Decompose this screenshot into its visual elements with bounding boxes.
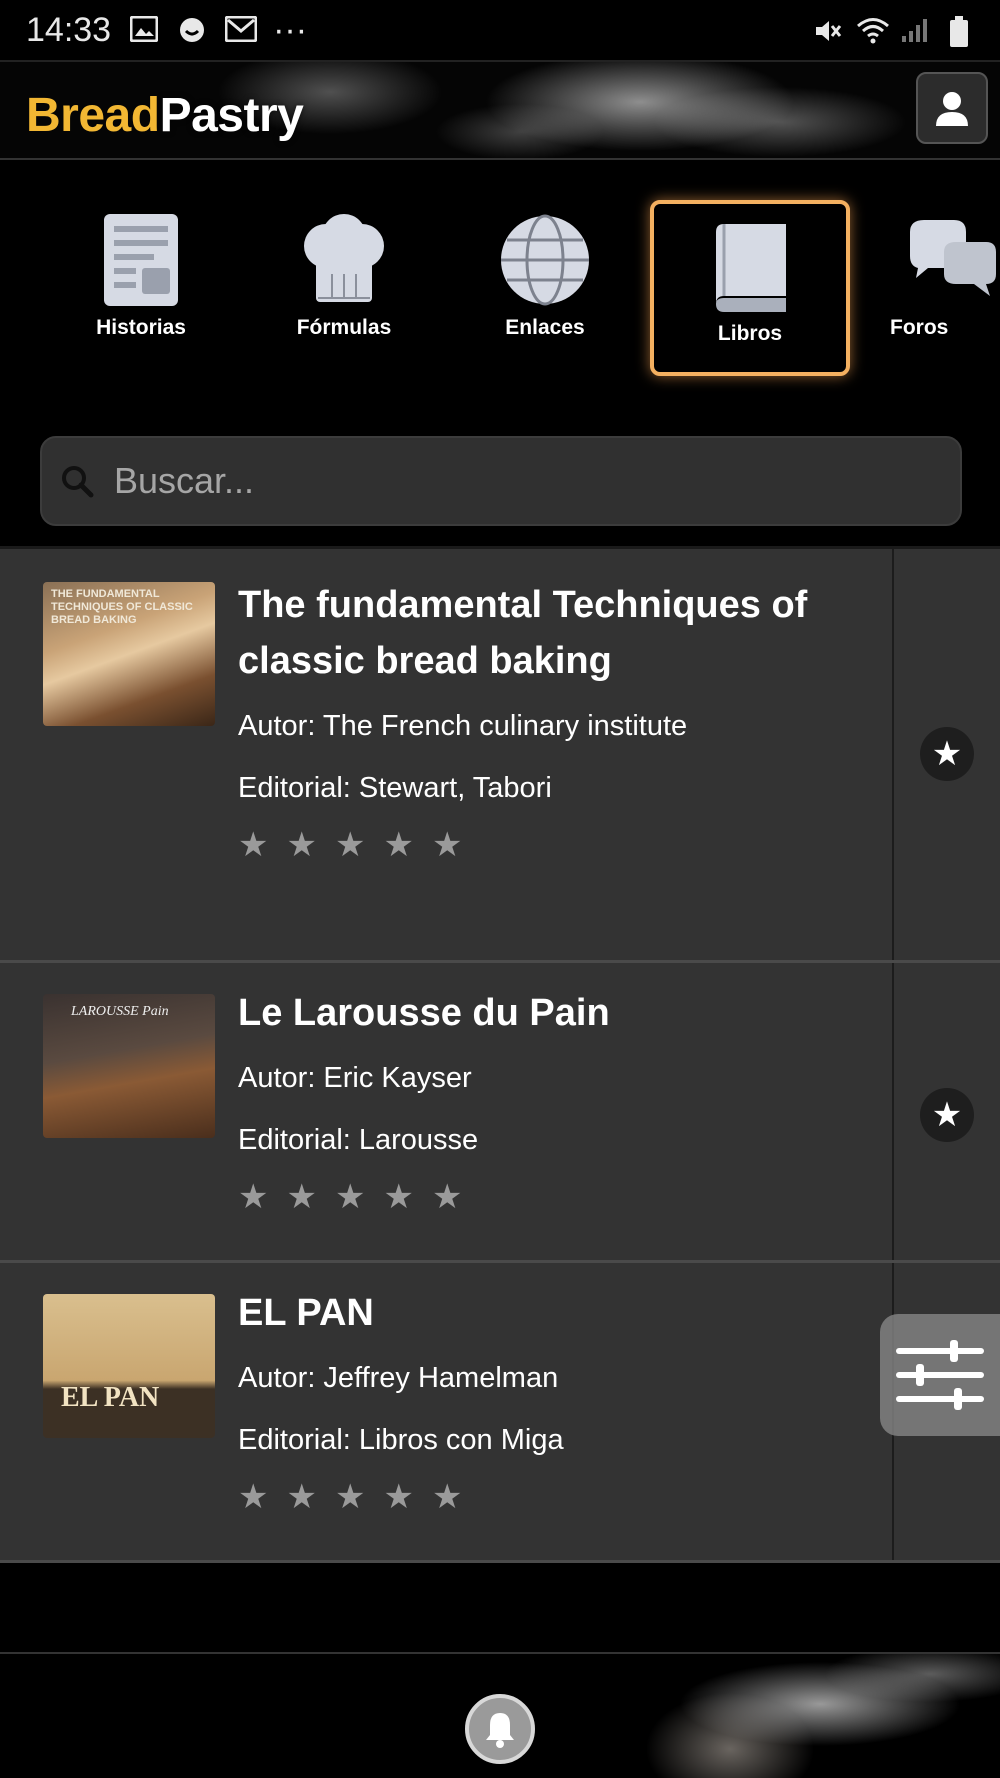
star-icon[interactable]: ★	[238, 825, 268, 865]
user-icon	[936, 92, 968, 126]
tab-label: Enlaces	[505, 316, 585, 339]
tab-label: Fórmulas	[296, 316, 392, 339]
row-divider	[892, 963, 894, 1260]
book-info: Le Larousse du Pain Autor: Eric Kayser E…	[238, 985, 878, 1217]
status-bar: 14:33 ···	[0, 0, 1000, 60]
footer-bar	[0, 1652, 1000, 1778]
book-cover-image: THE FUNDAMENTAL TECHNIQUES OF CLASSIC BR…	[43, 582, 215, 726]
book-list: THE FUNDAMENTAL TECHNIQUES OF CLASSIC BR…	[0, 549, 1000, 1563]
tab-label: Foros	[890, 316, 949, 339]
tab-historias[interactable]: Historias	[41, 198, 241, 372]
star-icon[interactable]: ★	[335, 1477, 365, 1517]
book-icon	[716, 224, 786, 312]
star-icon[interactable]: ★	[286, 825, 316, 865]
row-divider	[892, 549, 894, 960]
star-icon[interactable]: ★	[383, 1477, 413, 1517]
chat-bubbles-icon	[910, 220, 996, 296]
signal-icon	[900, 16, 930, 44]
star-rating[interactable]: ★ ★ ★ ★ ★	[238, 1477, 878, 1517]
profile-button[interactable]	[916, 72, 988, 144]
bell-icon	[486, 1713, 514, 1748]
tab-label: Historias	[96, 316, 186, 339]
chef-hat-icon	[304, 214, 384, 302]
tab-formulas[interactable]: Fórmulas	[244, 198, 444, 372]
tab-foros[interactable]: Foros	[860, 198, 1000, 372]
notifications-button[interactable]	[465, 1694, 535, 1764]
book-author: Autor: The French culinary institute	[238, 710, 688, 742]
book-publisher: Editorial: Larousse	[238, 1124, 479, 1156]
book-info: EL PAN Autor: Jeffrey Hamelman Editorial…	[238, 1285, 878, 1517]
star-icon[interactable]: ★	[286, 1477, 316, 1517]
search-bar[interactable]	[40, 436, 962, 526]
book-title: The fundamental Techniques of classic br…	[238, 584, 808, 682]
favorite-star-button[interactable]: ★	[920, 1088, 974, 1142]
tab-enlaces[interactable]: Enlaces	[445, 198, 645, 372]
list-item[interactable]: LAROUSSE Pain Le Larousse du Pain Autor:…	[0, 963, 1000, 1263]
book-title: EL PAN	[238, 1292, 374, 1334]
smiley-icon	[177, 16, 207, 44]
wifi-icon	[856, 16, 889, 44]
filter-button[interactable]	[880, 1314, 1000, 1436]
gallery-icon	[129, 15, 159, 44]
star-icon[interactable]: ★	[335, 1177, 365, 1217]
battery-icon	[944, 16, 974, 47]
tab-label: Libros	[717, 322, 783, 345]
clock: 14:33	[26, 10, 112, 49]
more-notifications-icon: ···	[273, 10, 308, 49]
star-rating[interactable]: ★ ★ ★ ★ ★	[238, 825, 878, 865]
search-input[interactable]	[114, 460, 934, 502]
book-info: The fundamental Techniques of classic br…	[238, 577, 878, 865]
book-author: Autor: Eric Kayser	[238, 1062, 472, 1094]
star-icon[interactable]: ★	[238, 1177, 268, 1217]
mute-icon	[812, 16, 842, 44]
book-author: Autor: Jeffrey Hamelman	[238, 1362, 559, 1394]
sliders-icon	[896, 1340, 984, 1410]
book-publisher: Editorial: Stewart, Tabori	[238, 772, 552, 804]
news-icon	[104, 214, 178, 306]
star-icon[interactable]: ★	[432, 1177, 462, 1217]
tab-libros[interactable]: Libros	[650, 200, 850, 376]
category-bar: Historias Fórmulas Enlaces Libros Foros	[0, 162, 1000, 424]
gmail-icon	[224, 15, 258, 44]
star-icon[interactable]: ★	[383, 825, 413, 865]
book-title: Le Larousse du Pain	[238, 992, 610, 1034]
app-logo: BreadPastry	[26, 89, 304, 142]
star-icon[interactable]: ★	[335, 825, 365, 865]
star-icon[interactable]: ★	[238, 1477, 268, 1517]
star-icon[interactable]: ★	[383, 1177, 413, 1217]
star-icon[interactable]: ★	[432, 825, 462, 865]
list-item[interactable]: THE FUNDAMENTAL TECHNIQUES OF CLASSIC BR…	[0, 549, 1000, 963]
app-header: BreadPastry	[0, 60, 1000, 160]
book-cover-image: LAROUSSE Pain	[43, 994, 215, 1138]
favorite-star-button[interactable]: ★	[920, 727, 974, 781]
search-icon	[62, 466, 94, 498]
star-rating[interactable]: ★ ★ ★ ★ ★	[238, 1177, 878, 1217]
list-item[interactable]: EL PAN EL PAN Autor: Jeffrey Hamelman Ed…	[0, 1263, 1000, 1563]
star-icon[interactable]: ★	[432, 1477, 462, 1517]
book-cover-image: EL PAN	[43, 1294, 215, 1438]
globe-icon	[501, 214, 589, 306]
star-icon[interactable]: ★	[286, 1177, 316, 1217]
book-publisher: Editorial: Libros con Miga	[238, 1424, 564, 1456]
